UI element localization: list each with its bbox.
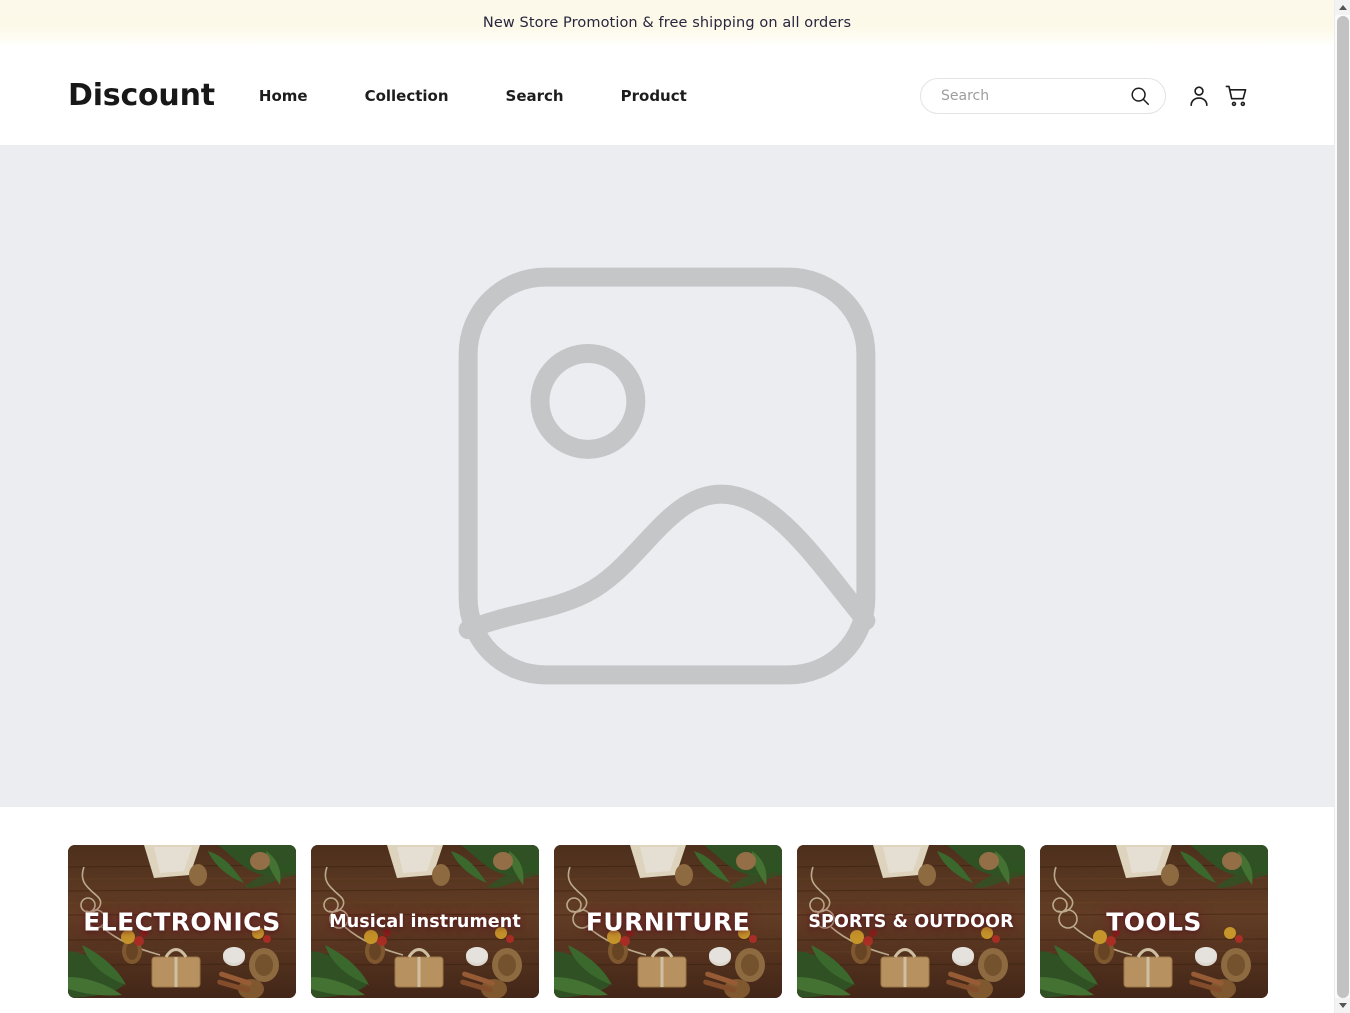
collection-grid: ELECTRONICS <box>0 845 1334 1011</box>
collection-card-image: TOOLS <box>1040 845 1268 998</box>
nav-link-collection[interactable]: Collection <box>365 81 449 111</box>
collection-card-image: ELECTRONICS <box>68 845 296 998</box>
image-placeholder-icon <box>441 250 893 702</box>
hero-banner <box>0 145 1334 807</box>
account-person-icon[interactable] <box>1184 81 1214 111</box>
main-navigation: Home Collection Search Product <box>259 81 687 111</box>
collection-card[interactable]: TOOLS <box>1040 845 1268 1011</box>
site-logo[interactable]: Discount <box>68 81 215 111</box>
collection-card-image: FURNITURE <box>554 845 782 998</box>
browser-viewport: New Store Promotion & free shipping on a… <box>0 0 1334 1013</box>
collection-card[interactable]: FURNITURE <box>554 845 782 1011</box>
collection-card-title: SPORTS & OUTDOOR <box>797 912 1025 932</box>
search-icon[interactable] <box>1129 85 1151 107</box>
announcement-text: New Store Promotion & free shipping on a… <box>483 15 851 31</box>
header-actions <box>920 78 1252 114</box>
nav-link-product[interactable]: Product <box>621 81 687 111</box>
search-input[interactable] <box>941 88 1125 104</box>
collection-card[interactable]: Musical instrument <box>311 845 539 1011</box>
page-root: New Store Promotion & free shipping on a… <box>0 0 1350 1013</box>
collection-card[interactable]: SPORTS & OUTDOOR <box>797 845 1025 1011</box>
nav-link-search[interactable]: Search <box>506 81 564 111</box>
shopping-cart-icon[interactable] <box>1222 81 1252 111</box>
collection-card[interactable]: ELECTRONICS <box>68 845 296 1011</box>
collection-card-title: FURNITURE <box>554 907 782 936</box>
collection-card-image: Musical instrument <box>311 845 539 998</box>
header-search-box[interactable] <box>920 78 1166 114</box>
nav-link-home[interactable]: Home <box>259 81 308 111</box>
collection-card-title: ELECTRONICS <box>68 907 296 936</box>
scroll-up-arrow-icon[interactable] <box>1335 0 1350 15</box>
browser-scrollbar[interactable] <box>1334 0 1350 1013</box>
scroll-down-arrow-icon[interactable] <box>1335 998 1350 1013</box>
collection-card-title: Musical instrument <box>311 912 539 932</box>
collection-card-title: TOOLS <box>1040 907 1268 936</box>
collection-list-section: ELECTRONICS <box>0 807 1334 1011</box>
collection-card-image: SPORTS & OUTDOOR <box>797 845 1025 998</box>
scrollbar-thumb[interactable] <box>1337 16 1349 998</box>
announcement-bar: New Store Promotion & free shipping on a… <box>0 0 1334 46</box>
site-header: Discount Home Collection Search Product <box>0 46 1334 145</box>
